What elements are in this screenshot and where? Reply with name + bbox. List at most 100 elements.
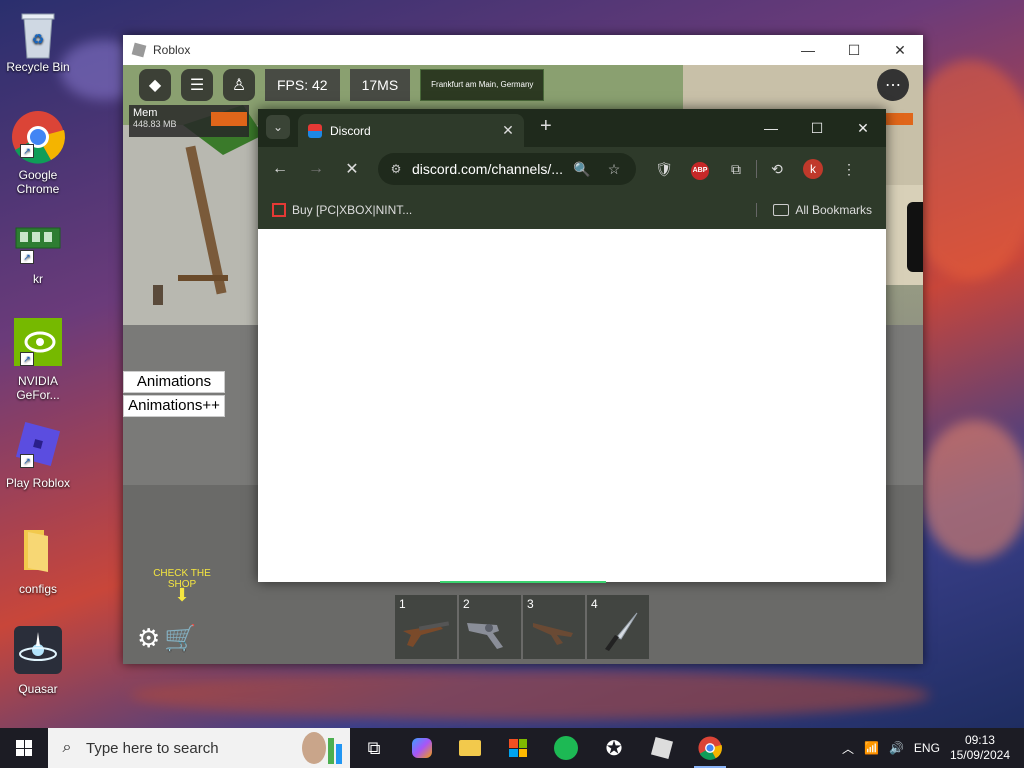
taskbar-search[interactable]: ⌕ Type here to search [48,728,350,768]
task-view-button[interactable]: ⧉ [350,728,398,768]
hotbar-slot[interactable]: 3 [523,595,585,659]
roblox-hud: ◆ ☰ ♙ FPS: 42 17MS Frankfurt am Main, Ge… [139,69,545,101]
roblox-logo-icon [131,42,147,58]
desktop-icon-label: NVIDIA GeFor... [16,374,60,402]
stop-loading-button[interactable]: ✕ [334,159,370,179]
site-info-icon[interactable]: ⚙ [384,162,408,176]
desktop-icon-label: Recycle Bin [6,60,70,74]
desktop-icon-play-roblox[interactable]: ↗ Play Roblox [4,420,72,490]
close-button[interactable]: ✕ [877,35,923,65]
desktop-icon-recycle-bin[interactable]: ♻ Recycle Bin [4,8,72,74]
more-options-icon: ⋯ [885,77,901,94]
wifi-icon[interactable]: 📶 [864,741,879,755]
roblox-titlebar[interactable]: Roblox — ☐ ✕ [123,35,923,65]
desktop-icon-configs[interactable]: configs [4,526,72,596]
animations-button[interactable]: Animations [123,371,225,393]
chevron-down-icon: ⌄ [272,120,284,134]
arrow-down-icon: ⬇ [174,585,190,605]
shotgun-icon [403,621,450,647]
desktop-icon-label: Google Chrome [16,168,60,196]
maximize-button[interactable]: ☐ [831,35,877,65]
orange-hud-tag [883,113,913,125]
microsoft-store-button[interactable] [494,728,542,768]
recycle-bin-icon: ♻ [14,8,62,59]
gear-icon[interactable]: ⚙ [137,623,160,654]
chat-icon: ☰ [189,77,205,94]
avatar-button[interactable]: ♙ [223,69,255,101]
folder-icon [773,204,790,216]
roblox-menu-button[interactable]: ◆ [139,69,171,101]
forward-button[interactable]: → [298,160,334,178]
chrome-window: ⌄ Discord ✕ + — ☐ ✕ ← → ✕ ⚙ discord.com/… [258,109,886,582]
all-bookmarks-button[interactable]: All Bookmarks [756,203,886,217]
chrome-taskbar-button[interactable] [686,728,734,768]
tab-close-icon[interactable]: ✕ [498,122,518,139]
bookmark-item[interactable]: Buy [PC|XBOX|NINT... [292,203,412,217]
knife-icon [605,612,638,651]
toolbar-separator [756,160,757,178]
shortcut-arrow-icon: ↗ [20,250,34,264]
minimize-button[interactable]: — [748,109,794,147]
language-indicator[interactable]: ENG [914,741,940,755]
desktop-icon-label: Play Roblox [5,476,71,490]
shopping-cart-icon[interactable]: 🛒 [164,623,196,654]
zoom-icon[interactable]: 🔍 [566,161,598,178]
animations-plus-button[interactable]: Animations++ [123,395,225,417]
roblox-window-title: Roblox [153,43,191,57]
desktop-icon-nvidia[interactable]: ↗ NVIDIA GeFor... [4,318,72,402]
system-tray: ︿ 📶 🔊 ENG 09:13 15/09/2024 [842,733,1024,763]
hotbar-slot[interactable]: 2 [459,595,521,659]
shop-hint: CHECK THE SHOP ⬇ [147,568,217,605]
new-tab-button[interactable]: + [540,115,552,138]
desktop-icon-kr[interactable]: ↗ kr [4,216,72,286]
discord-favicon-icon [308,123,322,138]
rifle-icon [533,623,573,645]
folder-icon [14,526,62,574]
hotbar-slot[interactable]: 4 [587,595,649,659]
arrow-left-icon: ← [272,160,288,177]
adblock-extension-icon[interactable]: ABP [682,159,718,180]
desktop-icon-label: Quasar [18,682,58,696]
nvidia-icon: ↗ [14,318,62,366]
address-bar[interactable]: ⚙ discord.com/channels/... 🔍 ☆ [378,153,636,185]
minimize-button[interactable]: — [785,35,831,65]
chat-button[interactable]: ☰ [181,69,213,101]
search-icon: ⌕ [62,739,72,756]
quasar-icon [14,626,62,674]
maximize-button[interactable]: ☐ [794,109,840,147]
volume-icon[interactable]: 🔊 [889,741,904,755]
spotify-button[interactable] [542,728,590,768]
close-button[interactable]: ✕ [840,109,886,147]
roblox-taskbar-button[interactable] [638,728,686,768]
page-content[interactable] [258,229,886,582]
shield-extension-icon[interactable]: 🛡 [646,161,682,178]
kebab-menu-icon[interactable]: ⋮ [831,161,867,178]
file-explorer-button[interactable] [446,728,494,768]
copilot-button[interactable] [398,728,446,768]
more-options-button[interactable]: ⋯ [877,69,909,101]
performance-icon[interactable]: ⟲ [759,161,795,178]
plus-icon: + [540,115,552,137]
fps-counter: FPS: 42 [265,69,340,101]
profile-avatar[interactable]: k [795,159,831,179]
shortcut-arrow-icon: ↗ [20,352,34,366]
search-placeholder: Type here to search [86,739,219,757]
back-button[interactable]: ← [262,160,298,178]
tab-discord[interactable]: Discord ✕ [298,114,524,147]
url-text: discord.com/channels/... [412,161,563,177]
star-app-button[interactable]: ✪ [590,728,638,768]
desktop-icon-quasar[interactable]: Quasar [4,626,72,696]
side-panel-tab[interactable] [907,202,923,272]
star-icon[interactable]: ☆ [598,161,630,178]
hotbar-slot[interactable]: 1 [395,595,457,659]
desktop-icon-chrome[interactable]: ↗ Google Chrome [4,110,72,196]
bookmark-favicon-icon [272,203,286,217]
chevron-up-icon[interactable]: ︿ [842,740,854,757]
tab-search-button[interactable]: ⌄ [266,115,290,139]
copilot-icon [412,738,432,758]
all-bookmarks-label: All Bookmarks [795,203,872,217]
puzzle-extensions-icon[interactable]: ⧉ [718,161,754,178]
roblox-icon: ↗ [14,420,62,468]
start-button[interactable] [0,728,48,768]
clock[interactable]: 09:13 15/09/2024 [950,733,1010,763]
